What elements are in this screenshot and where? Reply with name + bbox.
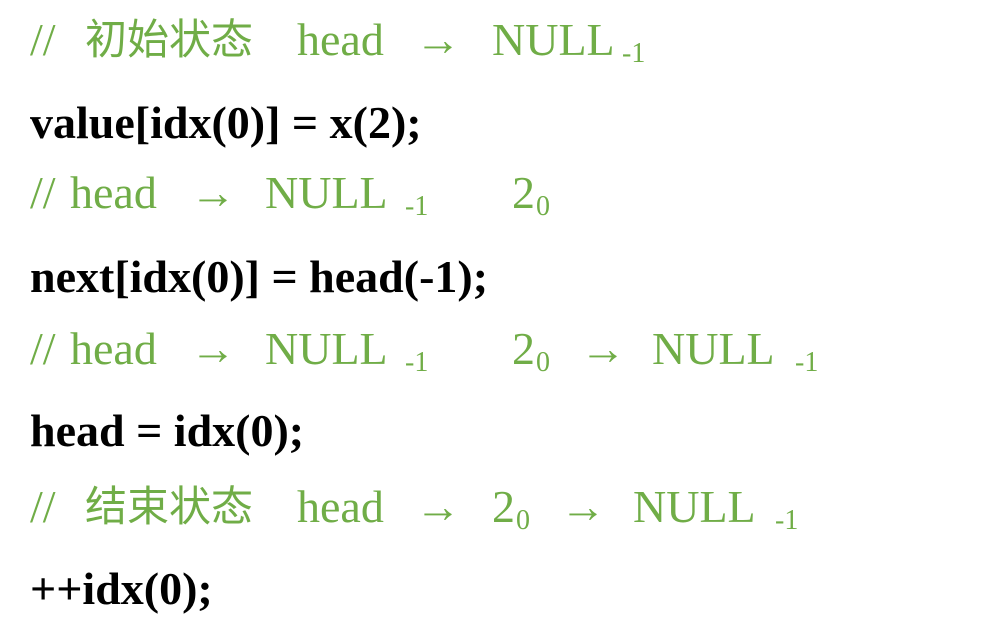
node-value: 2 (492, 481, 515, 532)
null-index: -1 (795, 347, 819, 378)
arrow-icon: → (415, 481, 461, 532)
node-value: 2 (512, 323, 535, 374)
null-index: -1 (622, 38, 646, 69)
code-text: ++idx(0); (30, 563, 213, 614)
arrow-icon: → (560, 481, 606, 532)
null-label: NULL (652, 323, 775, 374)
comment-slashes: // (30, 481, 56, 532)
arrow-icon: → (190, 167, 236, 218)
code-line-assign-value: value[idx(0)] = x(2); (0, 97, 1000, 149)
comment-after-next: // head → NULL -1 2 0 → NULL -1 (0, 323, 1000, 378)
null-index: -1 (405, 191, 429, 222)
comment-initial-state: // 初始状态 head → NULL -1 (0, 14, 1000, 69)
arrow-icon: → (415, 14, 461, 65)
comment-slashes: // (30, 323, 56, 374)
arrow-icon: → (580, 323, 626, 374)
comment-label: 初始状态 (85, 15, 254, 64)
node-index: 0 (516, 505, 530, 536)
code-text: head = idx(0); (30, 405, 305, 456)
null-index: -1 (405, 347, 429, 378)
head-label: head (297, 481, 384, 532)
null-label: NULL (492, 14, 615, 65)
comment-slashes: // (30, 14, 56, 65)
comment-slashes: // (30, 167, 56, 218)
node-index: 0 (536, 191, 550, 222)
null-index: -1 (775, 505, 799, 536)
code-text: next[idx(0)] = head(-1); (30, 251, 489, 302)
node-index: 0 (536, 347, 550, 378)
comment-final-state: // 结束状态 head → 2 0 → NULL -1 (0, 481, 1000, 536)
code-line-assign-next: next[idx(0)] = head(-1); (0, 251, 1000, 303)
null-label: NULL (265, 167, 388, 218)
head-label: head (70, 167, 157, 218)
comment-after-value: // head → NULL -1 2 0 (0, 167, 1000, 222)
code-line-increment-idx: ++idx(0); (0, 563, 1000, 615)
arrow-icon: → (190, 323, 236, 374)
head-label: head (297, 14, 384, 65)
node-value: 2 (512, 167, 535, 218)
head-label: head (70, 323, 157, 374)
code-line-assign-head: head = idx(0); (0, 405, 1000, 457)
null-label: NULL (633, 481, 756, 532)
null-label: NULL (265, 323, 388, 374)
comment-label: 结束状态 (85, 482, 254, 531)
code-text: value[idx(0)] = x(2); (30, 97, 422, 148)
